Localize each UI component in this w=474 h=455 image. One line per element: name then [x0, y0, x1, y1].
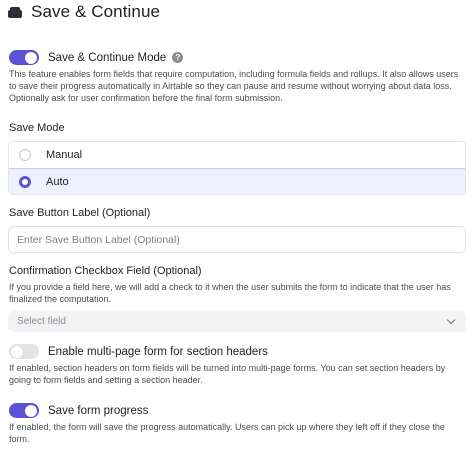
multipage-row: Enable multi-page form for section heade…: [9, 344, 268, 359]
radio-label-manual: Manual: [46, 149, 83, 161]
multipage-description: If enabled, section headers on form fiel…: [9, 363, 446, 385]
chevron-down-icon: [446, 315, 456, 325]
multipage-toggle[interactable]: [9, 344, 39, 359]
save-continue-description: This feature enables form fields that re…: [9, 69, 459, 103]
toggle-knob: [25, 404, 37, 417]
save-progress-label: Save form progress: [48, 404, 149, 417]
toggle-knob: [25, 51, 37, 64]
confirmation-description: If you provide a field here, we will add…: [9, 282, 451, 304]
section-header: Save & Continue: [8, 2, 160, 22]
save-mode-label: Save Mode: [9, 122, 65, 134]
radio-option-manual[interactable]: Manual: [9, 142, 465, 168]
help-icon[interactable]: ?: [172, 52, 184, 63]
save-continue-toggle[interactable]: [9, 50, 39, 65]
save-progress-description: If enabled, the form will save the progr…: [9, 422, 445, 444]
radio-label-auto: Auto: [46, 176, 69, 188]
save-continue-row: Save & Continue Mode ?: [9, 50, 184, 65]
page-title: Save & Continue: [31, 2, 161, 21]
confirmation-field-select[interactable]: Select field: [8, 311, 466, 332]
save-button-label-heading: Save Button Label (Optional): [9, 207, 151, 219]
toggle-knob: [11, 345, 23, 358]
confirmation-field-label: Confirmation Checkbox Field (Optional): [9, 265, 202, 277]
save-continue-label: Save & Continue Mode: [48, 51, 167, 64]
multipage-label: Enable multi-page form for section heade…: [48, 345, 268, 358]
save-progress-toggle[interactable]: [9, 403, 39, 418]
radio-unchecked-icon: [19, 149, 31, 161]
radio-checked-icon: [19, 176, 31, 188]
select-placeholder: Select field: [17, 316, 66, 327]
save-progress-row: Save form progress: [9, 403, 148, 418]
save-button-label-input[interactable]: [8, 226, 466, 253]
save-mode-radio-group: Manual Auto: [8, 141, 466, 195]
archive-box-icon: [8, 6, 22, 18]
radio-option-auto[interactable]: Auto: [9, 168, 465, 194]
